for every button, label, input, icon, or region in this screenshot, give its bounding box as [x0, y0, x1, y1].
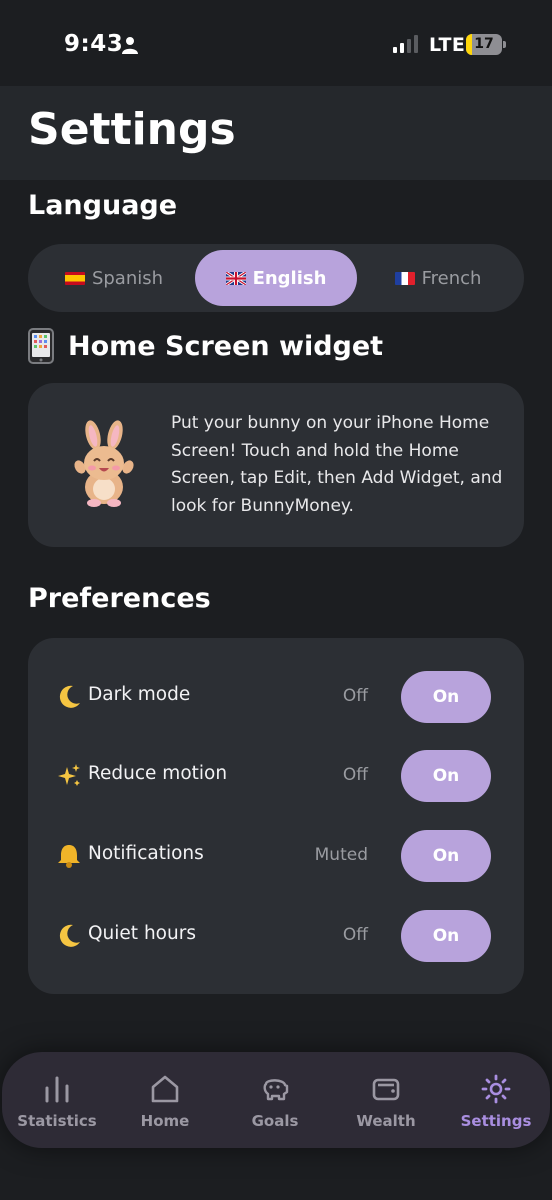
widget-title: Home Screen widget — [68, 330, 384, 362]
battery-level: 17 — [474, 36, 494, 52]
preferences-card: Dark mode Off On Reduce motion Off On No… — [28, 638, 524, 994]
pref-row-notifications: Notifications Muted On — [28, 830, 524, 882]
bunny-icon — [74, 420, 134, 507]
france-flag-icon — [394, 271, 415, 285]
pref-state: Off — [342, 686, 368, 706]
gear-icon — [481, 1074, 511, 1104]
preferences-title: Preferences — [28, 583, 211, 614]
pref-state: Muted — [314, 845, 368, 865]
widget-section-header: Home Screen widget — [28, 326, 383, 366]
notifications-toggle[interactable]: On — [401, 830, 491, 882]
battery-icon: 17 — [466, 34, 506, 55]
language-title: Language — [28, 190, 178, 221]
house-icon — [151, 1075, 179, 1103]
mobile-phone-icon — [28, 328, 54, 364]
tab-home[interactable]: Home — [110, 1052, 220, 1148]
pref-label: Reduce motion — [88, 763, 228, 784]
pref-state: Off — [342, 925, 368, 945]
header: Settings — [0, 86, 552, 180]
tab-label: Home — [140, 1112, 190, 1130]
spain-flag-icon — [64, 271, 85, 285]
widget-description: Put your bunny on your iPhone Home Scree… — [171, 413, 503, 516]
signal-icon — [393, 35, 418, 53]
widget-card: Put your bunny on your iPhone Home Scree… — [28, 383, 524, 547]
wallet-icon — [372, 1078, 400, 1101]
pref-row-reduce-motion: Reduce motion Off On — [28, 750, 524, 802]
language-option-french[interactable]: French — [358, 250, 518, 306]
pref-state: Off — [342, 765, 368, 785]
tab-statistics[interactable]: Statistics — [2, 1052, 112, 1148]
tab-wealth[interactable]: Wealth — [331, 1052, 441, 1148]
language-option-label: English — [252, 267, 327, 289]
reduce-motion-toggle[interactable]: On — [401, 750, 491, 802]
status-bar: 9:43 LTE 17 — [0, 0, 552, 86]
crescent-moon-icon — [59, 924, 80, 947]
tab-label: Wealth — [356, 1112, 416, 1130]
tab-bar: Statistics Home Goals Wealth Settings — [2, 1052, 550, 1148]
quiet-hours-toggle[interactable]: On — [401, 910, 491, 962]
tab-label: Statistics — [17, 1112, 97, 1130]
tab-label: Settings — [460, 1112, 532, 1130]
pref-row-dark-mode: Dark mode Off On — [28, 671, 524, 723]
pref-label: Dark mode — [88, 684, 191, 705]
tab-settings[interactable]: Settings — [441, 1052, 551, 1148]
language-selector: Spanish English French — [28, 244, 524, 312]
page-title: Settings — [28, 104, 236, 155]
settings-screen: 9:43 LTE 17 Settings Language Spanish En… — [0, 0, 552, 1200]
network-label: LTE — [429, 34, 466, 56]
bell-icon — [58, 845, 80, 868]
pref-row-quiet-hours: Quiet hours Off On — [28, 910, 524, 962]
bar-chart-icon — [45, 1076, 69, 1103]
dark-mode-toggle[interactable]: On — [401, 671, 491, 723]
sparkles-icon — [58, 764, 80, 786]
crescent-moon-icon — [59, 685, 80, 708]
language-option-english[interactable]: English — [195, 250, 357, 306]
pref-label: Notifications — [88, 843, 204, 864]
tab-label: Goals — [251, 1112, 299, 1130]
language-option-label: Spanish — [91, 267, 164, 289]
pref-label: Quiet hours — [88, 923, 196, 944]
piggy-bank-icon — [263, 1079, 289, 1101]
language-option-spanish[interactable]: Spanish — [34, 250, 194, 306]
language-option-label: French — [421, 267, 482, 289]
uk-flag-icon — [225, 271, 246, 285]
tab-goals[interactable]: Goals — [220, 1052, 330, 1148]
person-icon — [122, 37, 138, 54]
status-time: 9:43 — [64, 31, 124, 57]
